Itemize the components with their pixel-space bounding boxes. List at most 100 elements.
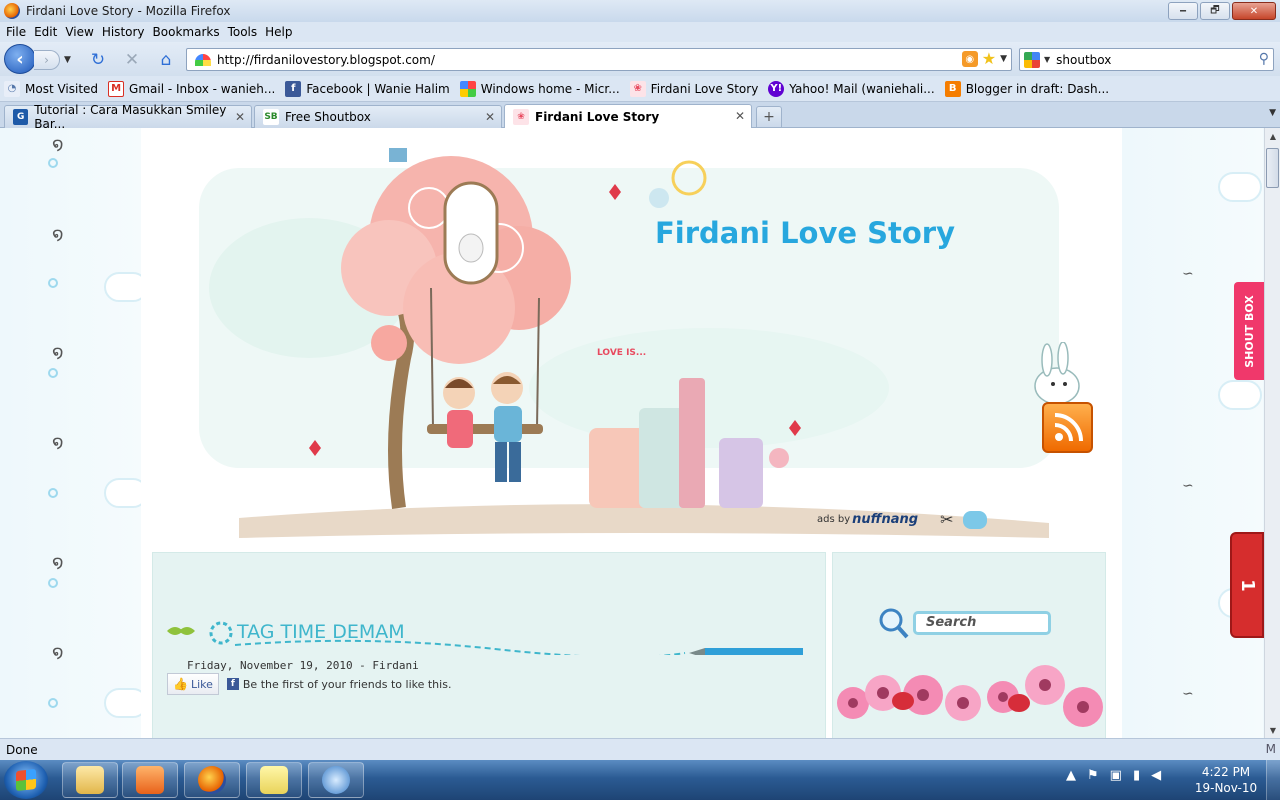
new-tab-button[interactable]: +: [756, 106, 782, 127]
nuffnang-ad-badge[interactable]: ads by nuffnang ✂: [817, 510, 988, 529]
swirl-icon: ∽: [1182, 266, 1194, 282]
menu-file[interactable]: File: [4, 25, 32, 39]
stop-icon: ✕: [124, 50, 140, 70]
google-engine-icon[interactable]: [1024, 51, 1040, 68]
menu-tools[interactable]: Tools: [226, 25, 264, 39]
bookmark-windows-home[interactable]: Windows home - Micr...: [459, 80, 620, 97]
bookmark-yahoo-mail[interactable]: Y! Yahoo! Mail (waniehali...: [768, 80, 935, 97]
blog-icon: ❀: [513, 109, 529, 125]
tab-close-icon[interactable]: ✕: [485, 110, 495, 124]
gmail-icon: M: [108, 80, 125, 97]
taskbar-clock[interactable]: 4:22 PM 19-Nov-10: [1192, 764, 1260, 796]
swirl-icon: ໑: [52, 134, 64, 155]
action-center-flag-icon[interactable]: ⚑: [1087, 768, 1099, 783]
reload-button[interactable]: ↻: [88, 50, 108, 70]
vertical-scrollbar[interactable]: ▲ ▼: [1264, 128, 1280, 738]
shout-box-tab[interactable]: SHOUT BOX: [1234, 282, 1264, 380]
bubble-icon: [48, 578, 58, 588]
scroll-up-icon[interactable]: ▲: [1265, 128, 1280, 144]
tray-expand-icon[interactable]: ▲: [1066, 768, 1076, 783]
swirl-icon: ∽: [1182, 478, 1194, 494]
swirl-icon: ໑: [52, 432, 64, 453]
blog-icon: ❀: [629, 80, 646, 97]
window-title: Firdani Love Story - Mozilla Firefox: [26, 4, 231, 18]
show-desktop-button[interactable]: [1266, 760, 1280, 800]
post-title[interactable]: TAG TIME DEMAM: [237, 621, 405, 643]
engine-dropdown-icon[interactable]: ▼: [1044, 55, 1050, 64]
plus-icon: +: [763, 109, 775, 125]
tab-close-icon[interactable]: ✕: [735, 109, 745, 123]
start-button[interactable]: [4, 761, 48, 799]
close-button[interactable]: ✕: [1232, 2, 1276, 20]
menu-bookmarks[interactable]: Bookmarks: [151, 25, 226, 39]
tab-free-shoutbox[interactable]: SB Free Shoutbox ✕: [254, 105, 502, 128]
side-counter-tab[interactable]: 1: [1230, 532, 1264, 638]
stop-button[interactable]: ✕: [122, 50, 142, 70]
rss-feed-icon[interactable]: ◉: [961, 51, 978, 67]
tab-tutorial[interactable]: G Tutorial : Cara Masukkan Smiley Bar...…: [4, 103, 252, 131]
menu-edit[interactable]: Edit: [32, 25, 63, 39]
history-dropdown-icon[interactable]: ▼: [64, 55, 71, 65]
network-signal-icon[interactable]: ▮: [1133, 768, 1140, 783]
bookmark-star-icon[interactable]: ★: [982, 51, 996, 67]
bunny-icon: [1034, 342, 1080, 405]
search-input[interactable]: shoutbox: [1056, 53, 1111, 67]
bookmark-firdani[interactable]: ❀ Firdani Love Story: [629, 80, 758, 97]
scrollbar-thumb[interactable]: [1266, 148, 1279, 188]
menu-help[interactable]: Help: [263, 25, 298, 39]
taskbar-media-player[interactable]: [122, 762, 178, 798]
taskbar-firefox[interactable]: [184, 762, 240, 798]
minimize-button[interactable]: 🗕: [1168, 2, 1198, 20]
bookmark-most-visited[interactable]: ◔ Most Visited: [4, 80, 98, 97]
like-button[interactable]: 👍 Like: [167, 673, 219, 695]
tab-close-icon[interactable]: ✕: [235, 110, 245, 124]
tray-device-icon[interactable]: ▣: [1110, 768, 1122, 783]
scroll-down-icon[interactable]: ▼: [1265, 722, 1280, 738]
navigation-toolbar: ‹ › ▼ ↻ ✕ ⌂ http://firdanilovestory.blog…: [0, 42, 1280, 76]
menu-history[interactable]: History: [100, 25, 151, 39]
bubble-icon: [48, 158, 58, 168]
right-background-decoration: ∽ ∽ ∽: [1122, 128, 1263, 738]
shout-box-label: SHOUT BOX: [1242, 294, 1256, 368]
url-dropdown-icon[interactable]: ▼: [1000, 54, 1007, 64]
follow-bird-icon[interactable]: [963, 510, 988, 529]
search-magnifier-icon[interactable]: ⚲: [1259, 51, 1269, 67]
taskbar-app[interactable]: [308, 762, 364, 798]
bookmark-label: Windows home - Micr...: [480, 81, 620, 96]
volume-muted-icon[interactable]: ◀: [1151, 768, 1161, 783]
bookmark-label: Facebook | Wanie Halim: [306, 81, 450, 96]
restore-button[interactable]: 🗗: [1200, 2, 1230, 20]
back-button[interactable]: ‹: [4, 44, 36, 74]
app-icon: [322, 766, 350, 794]
tab-firdani-love-story[interactable]: ❀ Firdani Love Story ✕: [504, 104, 752, 129]
most-visited-icon: ◔: [4, 80, 20, 97]
bookmarks-toolbar: ◔ Most Visited M Gmail - Inbox - wanieh.…: [0, 76, 1280, 102]
bubble-icon: [48, 368, 58, 378]
main-column: TAG TIME DEMAM Friday, November 19, 2010…: [152, 552, 826, 738]
resize-grip-icon[interactable]: M: [1266, 742, 1276, 756]
menu-view[interactable]: View: [63, 25, 99, 39]
url-bar[interactable]: http://firdanilovestory.blogspot.com/ ◉ …: [186, 48, 1012, 71]
yahoo-icon: Y!: [768, 80, 785, 97]
like-label: Like: [190, 677, 213, 691]
taskbar-sticky-notes[interactable]: [246, 762, 302, 798]
bookmark-facebook[interactable]: f Facebook | Wanie Halim: [285, 80, 450, 97]
tab-label: Tutorial : Cara Masukkan Smiley Bar...: [34, 103, 227, 131]
rss-subscribe-button[interactable]: [1042, 402, 1093, 453]
tab-list-dropdown-icon[interactable]: ▼: [1269, 108, 1276, 118]
facebook-icon: f: [285, 80, 302, 97]
bookmark-blogger[interactable]: B Blogger in draft: Dash...: [944, 80, 1109, 97]
love-is-text: LOVE IS...: [597, 348, 647, 358]
swirl-icon: ໑: [52, 642, 64, 663]
clock-time: 4:22 PM: [1201, 765, 1251, 779]
url-text[interactable]: http://firdanilovestory.blogspot.com/: [217, 53, 435, 67]
search-bar[interactable]: ▼ shoutbox ⚲: [1019, 48, 1274, 71]
taskbar-explorer[interactable]: [62, 762, 118, 798]
home-button[interactable]: ⌂: [156, 50, 176, 70]
windows-logo-icon: [16, 768, 36, 792]
tutorial-icon: G: [13, 109, 29, 125]
blog-search-input[interactable]: Search: [913, 611, 1051, 635]
blog-title[interactable]: Firdani Love Story: [655, 216, 955, 250]
forward-button[interactable]: ›: [34, 50, 60, 70]
bookmark-gmail[interactable]: M Gmail - Inbox - wanieh...: [108, 80, 275, 97]
